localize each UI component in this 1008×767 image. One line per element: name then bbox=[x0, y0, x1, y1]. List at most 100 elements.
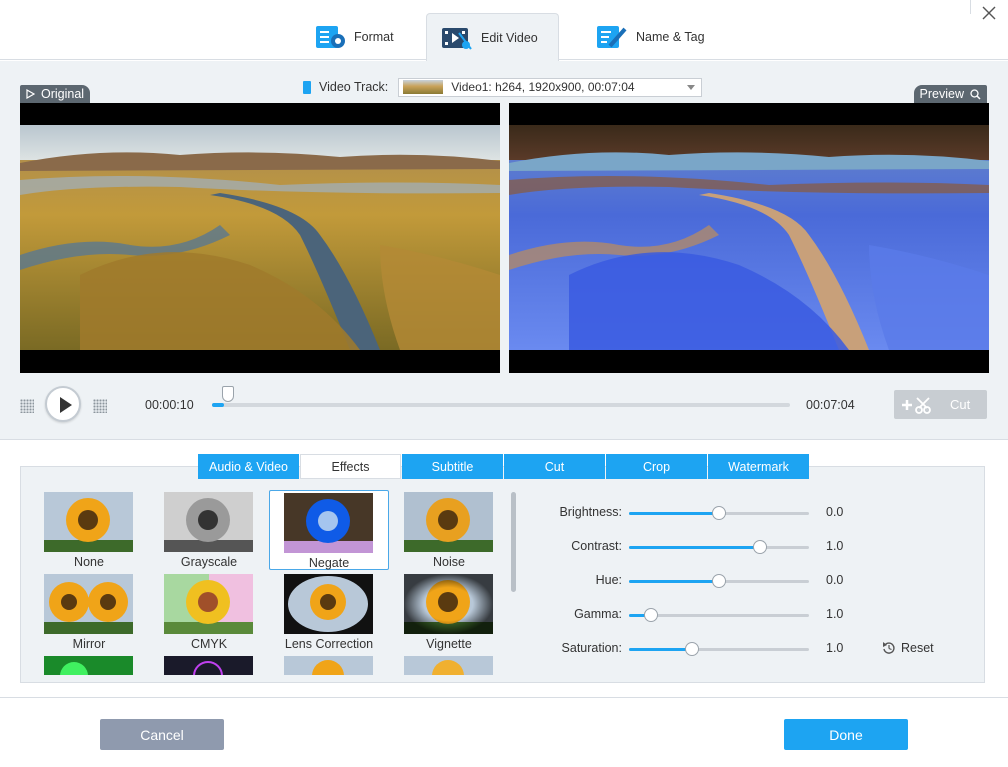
effect-label: Negate bbox=[308, 556, 350, 570]
effect-lens-correction[interactable]: Lens Correction bbox=[264, 572, 384, 652]
reset-button[interactable]: Reset bbox=[882, 641, 934, 655]
effect-more-2[interactable] bbox=[144, 654, 264, 675]
effect-cmyk[interactable]: CMYK bbox=[144, 572, 264, 652]
hue-fill bbox=[629, 580, 719, 583]
brightness-slider[interactable] bbox=[629, 506, 809, 520]
effect-thumbnail bbox=[404, 574, 493, 634]
effect-more-1[interactable] bbox=[24, 654, 144, 675]
original-badge: Original bbox=[20, 85, 91, 103]
reset-label: Reset bbox=[901, 641, 934, 655]
contrast-row: Contrast: 1.0 bbox=[530, 536, 950, 558]
effect-thumbnail bbox=[284, 656, 373, 675]
chevron-down-icon bbox=[687, 84, 696, 90]
tab-subtitle[interactable]: Subtitle bbox=[402, 454, 503, 479]
hue-row: Hue: 0.0 bbox=[530, 570, 950, 592]
drag-handle-right[interactable] bbox=[93, 399, 107, 413]
effect-thumbnail bbox=[404, 492, 493, 552]
cut-button[interactable]: Cut bbox=[894, 390, 987, 419]
preview-badge-label: Preview bbox=[919, 87, 964, 101]
tab-format[interactable]: Format bbox=[300, 14, 410, 60]
video-track-row: Video Track: Video1: h264, 1920x900, 00:… bbox=[303, 77, 703, 97]
effect-thumbnail bbox=[164, 574, 253, 634]
play-button[interactable] bbox=[45, 386, 81, 422]
effect-vignette[interactable]: Vignette bbox=[384, 572, 504, 652]
drag-handle-left[interactable] bbox=[20, 399, 34, 413]
gamma-handle[interactable] bbox=[643, 608, 658, 622]
effect-label: None bbox=[74, 555, 104, 569]
gamma-row: Gamma: 1.0 bbox=[530, 604, 950, 626]
tab-name-tag-label: Name & Tag bbox=[636, 30, 705, 44]
effect-thumbnail bbox=[44, 656, 133, 675]
effect-thumbnail bbox=[284, 493, 373, 553]
tab-name-tag[interactable]: Name & Tag bbox=[582, 14, 722, 60]
contrast-fill bbox=[629, 546, 761, 549]
brightness-handle[interactable] bbox=[712, 506, 726, 520]
tab-cut[interactable]: Cut bbox=[504, 454, 605, 479]
preview-video bbox=[509, 103, 989, 373]
timeline-handle[interactable] bbox=[221, 386, 234, 402]
video-track-thumbnail bbox=[403, 80, 444, 94]
saturation-value: 1.0 bbox=[826, 641, 844, 655]
tab-crop[interactable]: Crop bbox=[606, 454, 707, 479]
effect-label: Grayscale bbox=[180, 555, 238, 569]
total-time: 00:07:04 bbox=[806, 398, 855, 412]
tab-effects[interactable]: Effects bbox=[300, 454, 401, 479]
saturation-label: Saturation: bbox=[561, 641, 622, 655]
format-icon bbox=[314, 24, 346, 50]
effect-thumbnail bbox=[404, 656, 493, 675]
video-track-select[interactable]: Video1: h264, 1920x900, 00:07:04 bbox=[398, 77, 703, 97]
tab-watermark[interactable]: Watermark bbox=[708, 454, 809, 479]
effect-noise[interactable]: Noise bbox=[384, 490, 504, 570]
tab-edit-video-label: Edit Video bbox=[481, 30, 538, 45]
tab-audio-video[interactable]: Audio & Video bbox=[198, 454, 299, 479]
effect-mirror[interactable]: Mirror bbox=[24, 572, 144, 652]
effect-label: Vignette bbox=[426, 637, 472, 651]
effect-more-3[interactable] bbox=[264, 654, 384, 675]
play-outline-icon bbox=[26, 89, 35, 99]
tab-edit-video[interactable]: Edit Video bbox=[426, 13, 559, 61]
effect-negate[interactable]: Negate bbox=[269, 490, 389, 570]
effect-none[interactable]: None bbox=[24, 490, 144, 570]
effect-grayscale[interactable]: Grayscale bbox=[144, 490, 264, 570]
hue-label: Hue: bbox=[595, 573, 622, 587]
effects-scrollbar[interactable] bbox=[511, 492, 516, 592]
hue-handle[interactable] bbox=[712, 574, 726, 588]
effect-thumbnail bbox=[164, 492, 253, 552]
cancel-button[interactable]: Cancel bbox=[100, 719, 224, 750]
brightness-label: Brightness: bbox=[559, 505, 622, 519]
video-track-label: Video Track: bbox=[319, 80, 389, 94]
hue-value: 0.0 bbox=[826, 573, 844, 587]
saturation-handle[interactable] bbox=[685, 642, 699, 656]
done-button[interactable]: Done bbox=[784, 719, 908, 750]
effect-thumbnail bbox=[44, 574, 133, 634]
effect-thumbnail bbox=[164, 656, 253, 675]
effect-thumbnail bbox=[284, 574, 373, 634]
reset-icon bbox=[883, 642, 895, 654]
preview-badge[interactable]: Preview bbox=[913, 85, 987, 103]
preview-video-frame bbox=[509, 125, 989, 350]
name-tag-icon bbox=[596, 24, 628, 50]
cut-button-label: Cut bbox=[950, 397, 971, 412]
contrast-label: Contrast: bbox=[571, 539, 622, 553]
timeline-slider[interactable] bbox=[212, 386, 790, 407]
search-icon bbox=[970, 88, 981, 100]
brightness-row: Brightness: 0.0 bbox=[530, 502, 950, 524]
contrast-slider[interactable] bbox=[629, 540, 809, 554]
edit-tabs: Audio & Video Effects Subtitle Cut Crop … bbox=[198, 454, 809, 479]
gamma-slider[interactable] bbox=[629, 608, 809, 622]
add-scissors-icon bbox=[902, 396, 931, 414]
effect-label: CMYK bbox=[190, 637, 228, 651]
contrast-value: 1.0 bbox=[826, 539, 844, 553]
top-bar: Format Edit Video Name & Tag bbox=[0, 0, 1008, 61]
contrast-handle[interactable] bbox=[753, 540, 768, 554]
effect-label: Mirror bbox=[72, 637, 106, 651]
original-badge-label: Original bbox=[41, 87, 85, 101]
hue-slider[interactable] bbox=[629, 574, 809, 588]
effect-thumbnail bbox=[44, 492, 133, 552]
effect-more-4[interactable] bbox=[384, 654, 504, 675]
close-button[interactable] bbox=[980, 4, 998, 22]
saturation-slider[interactable] bbox=[629, 642, 809, 656]
tab-format-label: Format bbox=[354, 30, 394, 44]
timeline-progress bbox=[212, 403, 224, 407]
brightness-fill bbox=[629, 512, 719, 515]
